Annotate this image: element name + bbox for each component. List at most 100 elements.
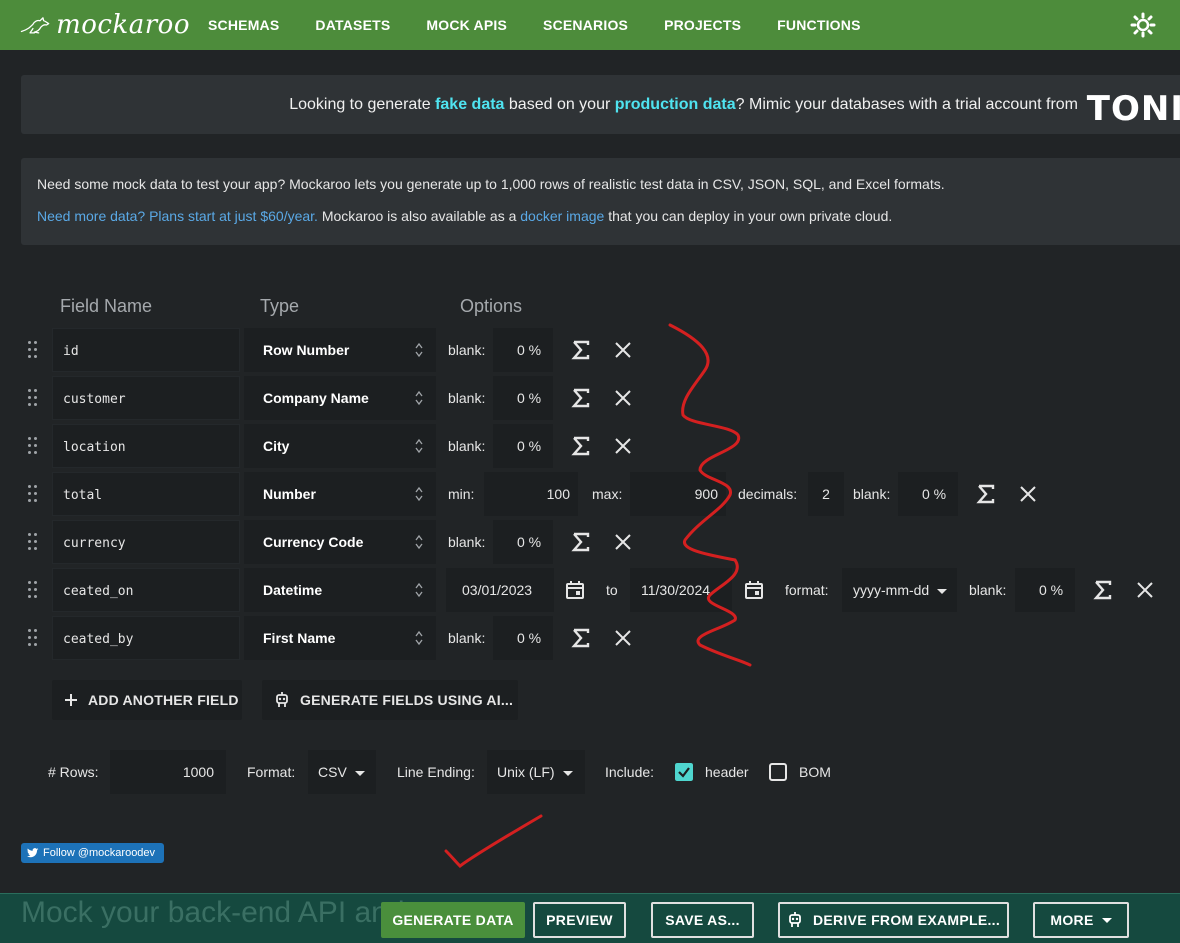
sigma-icon[interactable] (568, 337, 594, 363)
delete-field-icon[interactable] (613, 628, 633, 648)
nav-schemas[interactable]: SCHEMAS (208, 17, 279, 33)
blank-input[interactable]: 0 % (493, 376, 553, 420)
updown-icon (415, 630, 423, 646)
field-name-input[interactable]: total (52, 472, 240, 516)
nav-projects[interactable]: PROJECTS (664, 17, 741, 33)
caret-down-icon (937, 588, 948, 594)
sigma-icon[interactable] (568, 385, 594, 411)
field-name-input[interactable]: ceated_on (52, 568, 240, 612)
info-panel: Need some mock data to test your app? Mo… (21, 158, 1180, 245)
delete-field-icon[interactable] (613, 532, 633, 552)
calendar-icon[interactable] (565, 580, 585, 600)
drag-handle-icon[interactable] (28, 485, 38, 503)
derive-from-example-button[interactable]: DERIVE FROM EXAMPLE... (778, 902, 1009, 938)
blank-input[interactable]: 0 % (898, 472, 958, 516)
updown-icon (415, 342, 423, 358)
calendar-icon[interactable] (744, 580, 764, 600)
generate-ai-button[interactable]: GENERATE FIELDS USING AI... (262, 680, 518, 720)
field-row: ceated_by First Name blank: 0 % (0, 616, 1180, 660)
field-type-select[interactable]: Number (244, 472, 436, 516)
format-select[interactable]: CSV (308, 750, 376, 794)
drag-handle-icon[interactable] (28, 389, 38, 407)
blank-label: blank: (448, 630, 486, 646)
nav-functions[interactable]: FUNCTIONS (777, 17, 860, 33)
rows-input[interactable]: 1000 (110, 750, 226, 794)
blank-input[interactable]: 0 % (493, 520, 553, 564)
nav-mock-apis[interactable]: MOCK APIS (426, 17, 507, 33)
more-button[interactable]: MORE (1033, 902, 1129, 938)
blank-input[interactable]: 0 % (493, 328, 553, 372)
sigma-icon[interactable] (568, 529, 594, 555)
blank-label: blank: (853, 486, 891, 502)
tonic-logo: TONI (1086, 89, 1180, 129)
field-type-select[interactable]: Datetime (244, 568, 436, 612)
add-field-button[interactable]: ADD ANOTHER FIELD (52, 680, 242, 720)
field-type-select[interactable]: Currency Code (244, 520, 436, 564)
format-label: format: (785, 582, 829, 598)
field-type-select[interactable]: City (244, 424, 436, 468)
field-name-input[interactable]: id (52, 328, 240, 372)
bom-checkbox[interactable] (769, 763, 787, 781)
max-input[interactable]: 900 (630, 472, 726, 516)
drag-handle-icon[interactable] (28, 437, 38, 455)
preview-button[interactable]: PREVIEW (533, 902, 626, 938)
field-row: location City blank: 0 % (0, 424, 1180, 468)
field-type-select[interactable]: Company Name (244, 376, 436, 420)
min-label: min: (448, 486, 475, 502)
sigma-icon[interactable] (568, 433, 594, 459)
include-label: Include: (605, 764, 655, 780)
header-label: header (705, 764, 749, 780)
top-nav: mockaroo SCHEMAS DATASETS MOCK APIS SCEN… (0, 0, 1180, 50)
generate-data-button[interactable]: GENERATE DATA (381, 902, 525, 938)
sigma-icon[interactable] (973, 481, 999, 507)
field-row: customer Company Name blank: 0 % (0, 376, 1180, 420)
delete-field-icon[interactable] (613, 388, 633, 408)
field-name-input[interactable]: location (52, 424, 240, 468)
header-checkbox[interactable] (675, 763, 693, 781)
field-type-select[interactable]: Row Number (244, 328, 436, 372)
pricing-link[interactable]: Need more data? Plans start at just $60/… (37, 208, 318, 224)
drag-handle-icon[interactable] (28, 341, 38, 359)
drag-handle-icon[interactable] (28, 581, 38, 599)
bom-label: BOM (799, 764, 831, 780)
line-ending-label: Line Ending: (397, 764, 475, 780)
robot-icon (789, 912, 801, 927)
field-name-input[interactable]: customer (52, 376, 240, 420)
nav-datasets[interactable]: DATASETS (315, 17, 390, 33)
blank-label: blank: (969, 582, 1007, 598)
decimals-input[interactable]: 2 (808, 472, 844, 516)
date-format-select[interactable]: yyyy-mm-dd (842, 568, 957, 612)
sigma-icon[interactable] (568, 625, 594, 651)
info-line-2: Need more data? Plans start at just $60/… (37, 208, 893, 224)
save-as-button[interactable]: SAVE AS... (651, 902, 754, 938)
field-name-input[interactable]: ceated_by (52, 616, 240, 660)
field-name-input[interactable]: currency (52, 520, 240, 564)
blank-input[interactable]: 0 % (493, 424, 553, 468)
to-label: to (606, 582, 618, 598)
delete-field-icon[interactable] (1135, 580, 1155, 600)
mockaroo-logo[interactable]: mockaroo (20, 10, 190, 40)
footer-action-bar: Mock your back-end API and GENERATE DATA… (0, 893, 1180, 943)
field-row: currency Currency Code blank: 0 % (0, 520, 1180, 564)
delete-field-icon[interactable] (1018, 484, 1038, 504)
blank-input[interactable]: 0 % (1015, 568, 1075, 612)
twitter-follow-button[interactable]: Follow @mockaroodev (21, 843, 164, 863)
date-from-input[interactable]: 03/01/2023 (446, 568, 554, 612)
theme-toggle-icon[interactable] (1130, 12, 1156, 38)
docker-link[interactable]: docker image (520, 208, 604, 224)
date-to-input[interactable]: 11/30/2024 (630, 568, 732, 612)
line-ending-select[interactable]: Unix (LF) (487, 750, 585, 794)
sigma-icon[interactable] (1090, 577, 1116, 603)
updown-icon (415, 438, 423, 454)
delete-field-icon[interactable] (613, 340, 633, 360)
nav-scenarios[interactable]: SCENARIOS (543, 17, 628, 33)
delete-field-icon[interactable] (613, 436, 633, 456)
promo-banner[interactable]: Looking to generate fake data based on y… (21, 75, 1180, 134)
drag-handle-icon[interactable] (28, 629, 38, 647)
min-input[interactable]: 100 (484, 472, 578, 516)
updown-icon (415, 486, 423, 502)
drag-handle-icon[interactable] (28, 533, 38, 551)
field-type-select[interactable]: First Name (244, 616, 436, 660)
blank-input[interactable]: 0 % (493, 616, 553, 660)
plus-icon (65, 694, 77, 706)
